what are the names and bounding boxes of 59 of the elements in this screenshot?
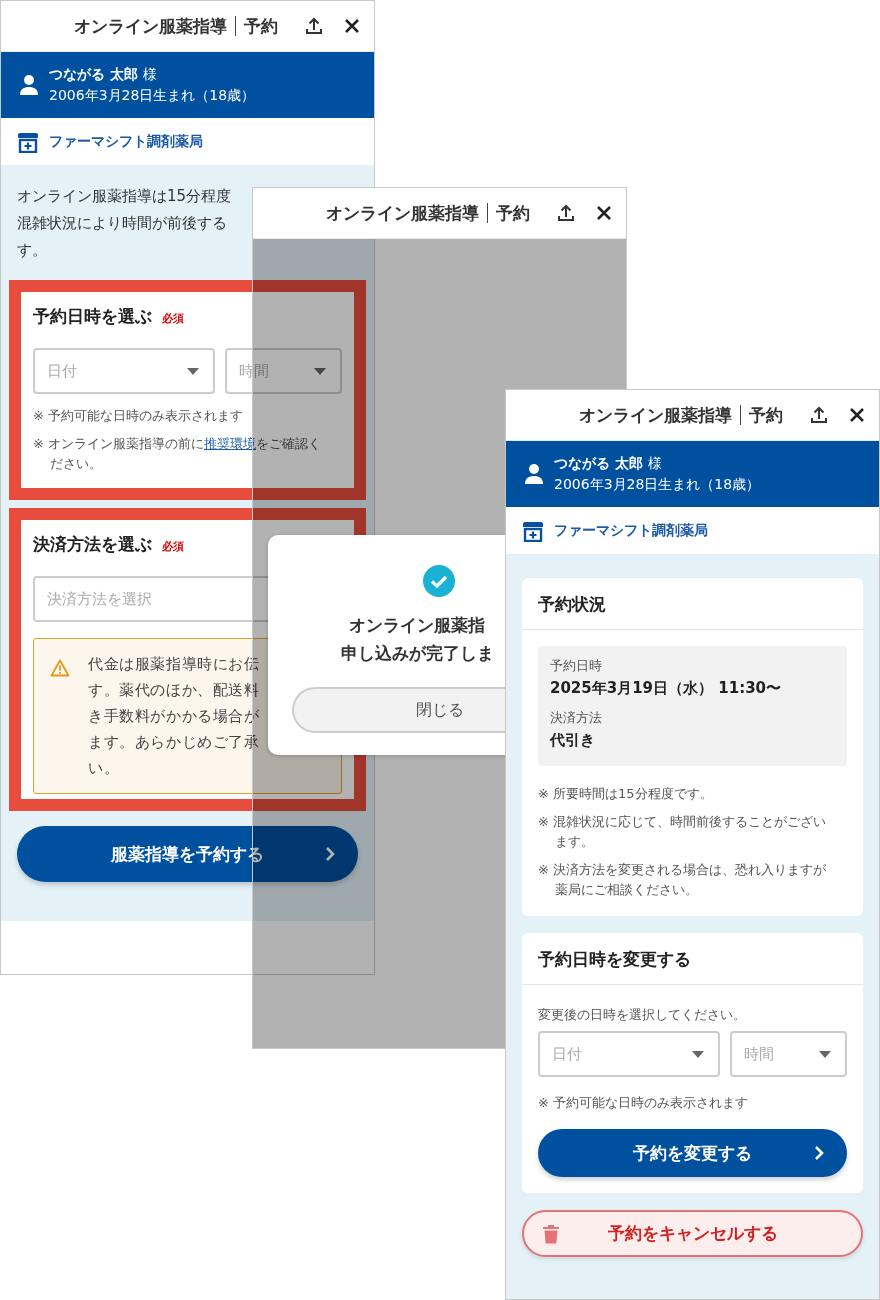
note-text: ※ 所要時間は15分程度です。 xyxy=(538,785,714,803)
patient-name: つながる 太郎 様 xyxy=(49,65,158,84)
field-label: 決済方法 xyxy=(550,709,603,727)
field-label: 予約日時 xyxy=(550,657,603,675)
warning-icon xyxy=(50,659,70,677)
birth-date: 2006年3月28日生まれ（18歳） xyxy=(49,87,256,103)
close-icon[interactable] xyxy=(596,205,612,221)
required-label: 必須 xyxy=(162,311,184,326)
pharmacy-name: ファーマシフト調剤薬局 xyxy=(49,132,203,151)
screen-title: オンライン服薬指導 xyxy=(326,201,479,225)
dialog-message: 申し込みが完了しま xyxy=(341,642,494,665)
warning-text: い。 xyxy=(88,758,121,779)
card-title: 予約状況 xyxy=(538,592,606,616)
note-text: ※ 決済方法を変更される場合は、恐れ入りますが薬局にご相談ください。 xyxy=(538,861,828,899)
required-label: 必須 xyxy=(162,539,184,554)
field-value: 2025年3月19日（水） 11:30〜 xyxy=(550,678,783,699)
close-icon[interactable] xyxy=(344,18,360,34)
screen-subtitle: 予約 xyxy=(496,201,530,225)
chevron-right-icon xyxy=(813,1144,825,1162)
card-title: 予約日時を変更する xyxy=(538,947,691,971)
close-icon[interactable] xyxy=(849,407,865,423)
upload-icon[interactable] xyxy=(556,203,576,223)
intro-text: す。 xyxy=(17,240,47,261)
date-select[interactable]: 日付 xyxy=(33,348,215,394)
screen-title: オンライン服薬指導 xyxy=(74,14,227,38)
birth-date: 2006年3月28日生まれ（18歳） xyxy=(554,476,761,492)
cancel-button[interactable]: 予約をキャンセルする xyxy=(522,1210,863,1257)
caret-icon xyxy=(314,367,326,375)
upload-icon[interactable] xyxy=(304,16,324,36)
time-select[interactable]: 時間 xyxy=(730,1031,847,1077)
date-select[interactable]: 日付 xyxy=(538,1031,720,1077)
note-text: ※ 予約可能な日時のみ表示されます xyxy=(33,407,245,425)
change-button[interactable]: 予約を変更する xyxy=(538,1129,847,1177)
instruction-text: 変更後の日時を選択してください。 xyxy=(538,1006,747,1024)
check-circle-icon xyxy=(423,565,455,597)
dialog-message: オンライン服薬指 xyxy=(349,614,485,637)
person-icon xyxy=(19,74,39,96)
field-value: 代引き xyxy=(550,730,596,751)
close-button[interactable]: 閉じる xyxy=(292,687,508,733)
note-text: ※ 混雑状況に応じて、時間前後することがございます。 xyxy=(538,813,828,851)
store-icon xyxy=(522,519,544,542)
caret-icon xyxy=(187,367,199,375)
section-title: 決済方法を選ぶ xyxy=(33,533,152,556)
person-icon xyxy=(524,463,544,485)
patient-name: つながる 太郎 様 xyxy=(554,454,663,473)
pharmacy-name: ファーマシフト調剤薬局 xyxy=(554,521,708,540)
note-text: ※ 予約可能な日時のみ表示されます xyxy=(538,1094,750,1112)
caret-icon xyxy=(692,1050,704,1058)
section-title: 予約日時を選ぶ xyxy=(33,305,152,328)
screen-subtitle: 予約 xyxy=(749,403,783,427)
intro-text: オンライン服薬指導は15分程度 xyxy=(17,186,232,207)
upload-icon[interactable] xyxy=(809,405,829,425)
trash-icon xyxy=(542,1224,560,1244)
screen-subtitle: 予約 xyxy=(244,14,278,38)
caret-icon xyxy=(819,1050,831,1058)
screen-title: オンライン服薬指導 xyxy=(579,403,732,427)
store-icon xyxy=(17,130,39,153)
intro-text: 混雑状況により時間が前後する xyxy=(17,213,227,234)
chevron-right-icon xyxy=(324,845,336,863)
